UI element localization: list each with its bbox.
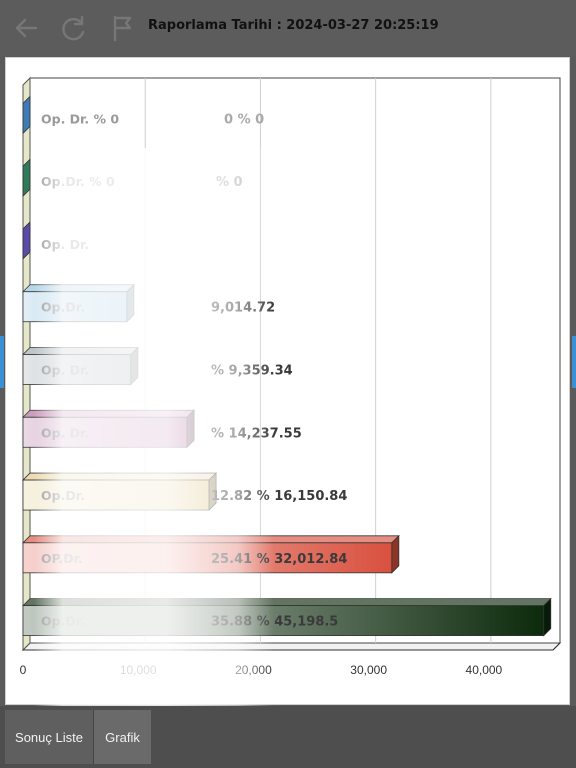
bar-top-face <box>22 347 139 355</box>
bar-value-label: 12.82 % 16,150.84 <box>211 489 347 504</box>
right-edge-marker <box>572 336 576 388</box>
top-toolbar: Raporlama Tarihi : 2024-03-27 20:25:19 <box>0 0 576 56</box>
left-edge-marker <box>0 336 4 388</box>
bar-end-face <box>543 597 552 637</box>
bar-category-label: Op.Dr. <box>41 614 85 629</box>
report-date-title: Raporlama Tarihi : 2024-03-27 20:25:19 <box>148 18 439 33</box>
bar-top-face <box>22 284 135 293</box>
bar-value-label: % 14,237.55 <box>211 426 302 441</box>
x-tick-label: 10,000 <box>120 663 157 677</box>
bar-value-label: 25.41 % 32,012.84 <box>211 552 347 567</box>
app-window: Raporlama Tarihi : 2024-03-27 20:25:19 0… <box>0 0 576 768</box>
x-tick-label: 0 <box>20 663 27 677</box>
bar-top-face <box>22 535 400 544</box>
bar-value-label: 35.88 % 45,198.5 <box>211 615 338 630</box>
flag-icon[interactable] <box>106 12 138 44</box>
bar-zero-cap <box>22 95 31 135</box>
bar-zero-cap <box>22 158 31 198</box>
x-tick-label: 40,000 <box>466 663 503 677</box>
bar-value-label: % 9,359.34 <box>211 364 293 379</box>
bar-category-label: Op.Dr. <box>41 300 85 315</box>
bar-zero-cap <box>22 220 31 260</box>
x-tick-label: 30,000 <box>350 663 387 677</box>
bar-category-label: Op.Dr. % 0 <box>41 174 115 189</box>
bar-category-label: Op. Dr. % 0 <box>41 111 119 126</box>
bar-category-label: Op.Dr. <box>41 488 85 503</box>
back-arrow-icon[interactable] <box>10 12 42 44</box>
bar-category-label: Op. Dr. <box>41 237 89 252</box>
chart-panel: 0 10,000 20,000 30,000 40,000 Op. Dr. % 0 0 % … <box>5 57 570 723</box>
bar-value-label: % 0 <box>216 175 243 190</box>
refresh-icon[interactable] <box>58 12 90 44</box>
bar-end-face <box>126 283 135 323</box>
tab-grafik[interactable]: Grafik <box>93 710 151 764</box>
bar-category-label: Op. Dr. <box>41 363 89 378</box>
bar-end-face <box>186 409 195 449</box>
bar-top-face <box>22 409 196 418</box>
bar-category-label: OP.Dr. <box>41 551 83 566</box>
bar-top-face <box>22 472 218 481</box>
bar-value-label: 0 % 0 <box>224 112 264 127</box>
chart-floor <box>21 642 562 651</box>
tab-sonuc-liste[interactable]: Sonuç Liste <box>5 710 93 764</box>
bar-end-face <box>391 534 400 574</box>
bar-end-face <box>130 346 139 386</box>
bar-chart: 0 10,000 20,000 30,000 40,000 Op. Dr. % 0 0 % … <box>20 76 562 677</box>
bar-value-label: 9,014.72 <box>211 301 275 316</box>
bar-category-label: Op. Dr. <box>41 425 89 440</box>
x-tick-label: 20,000 <box>235 663 272 677</box>
bar-top-face <box>22 598 552 607</box>
bottom-tab-bar: Sonuç Liste Grafik <box>0 706 576 768</box>
